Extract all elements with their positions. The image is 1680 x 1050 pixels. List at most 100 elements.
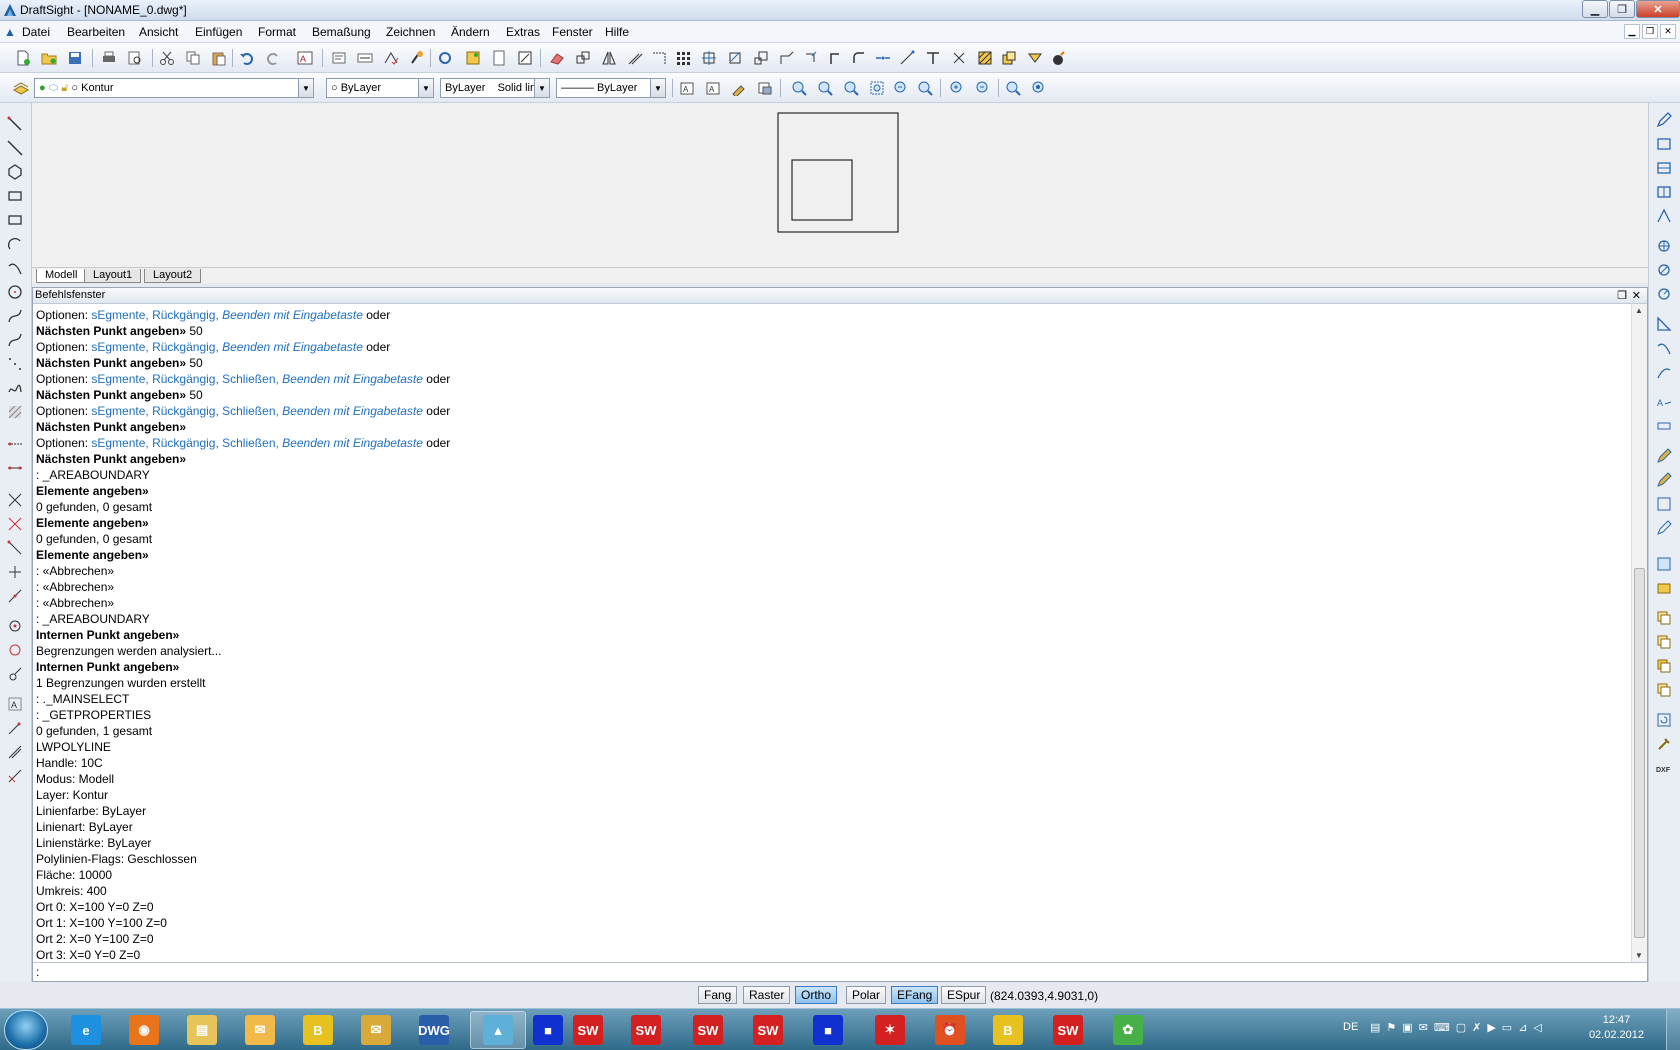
edit-reference-icon[interactable] — [1655, 471, 1673, 489]
snap-tangent-icon[interactable] — [1655, 285, 1673, 303]
lengthen-icon[interactable] — [898, 49, 916, 67]
scroll-down-icon[interactable]: ▼ — [1635, 951, 1643, 960]
infinite-line-icon[interactable] — [6, 139, 24, 157]
start-button[interactable] — [4, 1010, 48, 1050]
arc-icon[interactable] — [6, 235, 24, 253]
menu-datei[interactable]: Datei — [22, 25, 50, 39]
dim-ordinate-icon[interactable] — [6, 515, 24, 533]
taskbar-app-draftsight[interactable]: ▲ — [470, 1011, 526, 1049]
array-icon[interactable] — [674, 49, 692, 67]
snap-node-icon[interactable] — [1655, 363, 1673, 381]
save-block-icon[interactable] — [1655, 495, 1673, 513]
mirror-icon[interactable] — [600, 49, 618, 67]
refresh-icon[interactable] — [1655, 711, 1673, 729]
dim-aligned-icon[interactable] — [6, 459, 24, 477]
reference-icon[interactable] — [756, 79, 774, 97]
zoom-window-icon[interactable] — [868, 79, 886, 97]
chevron-down-icon[interactable]: ▼ — [534, 79, 549, 97]
taskbar-app-solidworks[interactable]: SW — [740, 1011, 796, 1049]
paste-special-icon[interactable] — [1655, 681, 1673, 699]
trim-icon[interactable] — [802, 49, 820, 67]
layer-combo[interactable]: ● ⬭ 🔓︎ ○ Kontur ▼ — [34, 78, 314, 98]
taskbar-app-mail[interactable]: ✉ — [348, 1011, 404, 1049]
taskbar-app-alarm-clock[interactable]: ⏰ — [922, 1011, 978, 1049]
field-icon[interactable] — [1655, 417, 1673, 435]
stretch-icon[interactable] — [778, 49, 796, 67]
tray-icons[interactable]: ▤⚑▣✉⌨▢✗▶▭⊿◁ — [1370, 1021, 1548, 1034]
block-attr-icon[interactable] — [1655, 519, 1673, 537]
layers-icon[interactable] — [12, 79, 30, 97]
dxf-icon[interactable]: DXF — [1655, 759, 1673, 777]
fang-button[interactable]: Fang — [698, 986, 738, 1004]
copy-clip-icon[interactable] — [1655, 609, 1673, 627]
doc-close-button[interactable]: ✕ — [1660, 24, 1676, 39]
insert-block-icon[interactable]: A — [678, 79, 696, 97]
menu-fenster[interactable]: Fenster — [552, 25, 593, 39]
color-combo[interactable]: ○ ByLayer ▼ — [326, 78, 434, 98]
taskbar-app-ie[interactable]: e — [58, 1011, 114, 1049]
vertical-scrollbar[interactable]: ▲ ▼ — [1631, 304, 1647, 962]
fillet-icon[interactable] — [850, 49, 868, 67]
taskbar-app-explorer[interactable]: ▤ — [174, 1011, 230, 1049]
group-icon[interactable] — [1026, 49, 1044, 67]
edit-attribute-icon[interactable] — [730, 79, 748, 97]
drawing-canvas[interactable] — [32, 103, 1648, 267]
clock[interactable]: 12:47 02.02.2012 — [1589, 1013, 1644, 1043]
spell-icon[interactable] — [382, 49, 400, 67]
extend-icon[interactable] — [826, 49, 844, 67]
show-desktop-button[interactable] — [1666, 1009, 1680, 1050]
doc-minimize-button[interactable]: ▁ — [1624, 24, 1640, 39]
paste-clip-icon[interactable] — [1655, 633, 1673, 651]
redo-icon[interactable] — [264, 49, 282, 67]
camera-icon[interactable] — [1655, 579, 1673, 597]
save-icon[interactable] — [66, 49, 84, 67]
maximize-button[interactable]: ❐ — [1609, 0, 1635, 18]
taskbar-app-solidworks[interactable]: SW — [1040, 1011, 1096, 1049]
inner-rectangle[interactable] — [791, 159, 853, 221]
zoom-previous-icon[interactable] — [842, 79, 860, 97]
minimize-button[interactable]: ▁ — [1582, 0, 1608, 18]
snap-center-icon[interactable] — [1655, 183, 1673, 201]
find-replace-icon[interactable] — [408, 49, 426, 67]
arc-3p-icon[interactable] — [6, 259, 24, 277]
menu-bearbeiten[interactable]: Bearbeiten — [67, 25, 125, 39]
taskbar-app-colorful[interactable]: ✿ — [1100, 1011, 1156, 1049]
taskbar-app-firefox[interactable]: ◉ — [116, 1011, 172, 1049]
scroll-thumb[interactable] — [1634, 568, 1645, 938]
inquiry-icon[interactable] — [516, 49, 534, 67]
center-mark-icon[interactable] — [6, 617, 24, 635]
doc-restore-button[interactable]: ❐ — [1642, 24, 1658, 39]
menu-bemassung[interactable]: Bemaßung — [312, 25, 371, 39]
points-icon[interactable] — [6, 355, 24, 373]
dim-diameter-icon[interactable] — [6, 641, 24, 659]
attribute-icon[interactable]: A — [704, 79, 722, 97]
menu-extras[interactable]: Extras — [506, 25, 540, 39]
scroll-up-icon[interactable]: ▲ — [1635, 306, 1643, 315]
taskbar-app-splash[interactable]: ✶ — [862, 1011, 918, 1049]
edit-hatch-icon[interactable] — [950, 49, 968, 67]
scale-icon[interactable] — [752, 49, 770, 67]
polyline-icon[interactable] — [6, 211, 24, 229]
taskbar-app-solidworks[interactable]: SW — [680, 1011, 736, 1049]
print-icon[interactable] — [100, 49, 118, 67]
zoom-bounds-icon[interactable] — [790, 79, 808, 97]
note-icon[interactable] — [330, 49, 348, 67]
dim-baseline-icon[interactable] — [6, 563, 24, 581]
language-indicator[interactable]: DE — [1343, 1021, 1358, 1033]
cloud-icon[interactable] — [6, 331, 24, 349]
zoom-out-icon[interactable] — [974, 79, 992, 97]
leader-icon[interactable] — [6, 719, 24, 737]
close-button[interactable]: ✕ — [1636, 0, 1680, 18]
text-style-icon[interactable]: A — [296, 49, 314, 67]
dim-angular-icon[interactable] — [6, 491, 24, 509]
paste-block-icon[interactable] — [1655, 657, 1673, 675]
line-icon[interactable] — [6, 115, 24, 133]
taskbar-app-solidworks[interactable]: SW — [618, 1011, 674, 1049]
zoom-fit-icon[interactable] — [892, 79, 910, 97]
menu-hilfe[interactable]: Hilfe — [605, 25, 629, 39]
tab-layout2[interactable]: Layout2 — [144, 269, 202, 283]
menu-einfuegen[interactable]: Einfügen — [195, 25, 242, 39]
undock-icon[interactable]: ❐ — [1617, 289, 1627, 302]
snap-quadrant-icon[interactable] — [1655, 207, 1673, 225]
snap-midpoint-icon[interactable] — [1655, 159, 1673, 177]
